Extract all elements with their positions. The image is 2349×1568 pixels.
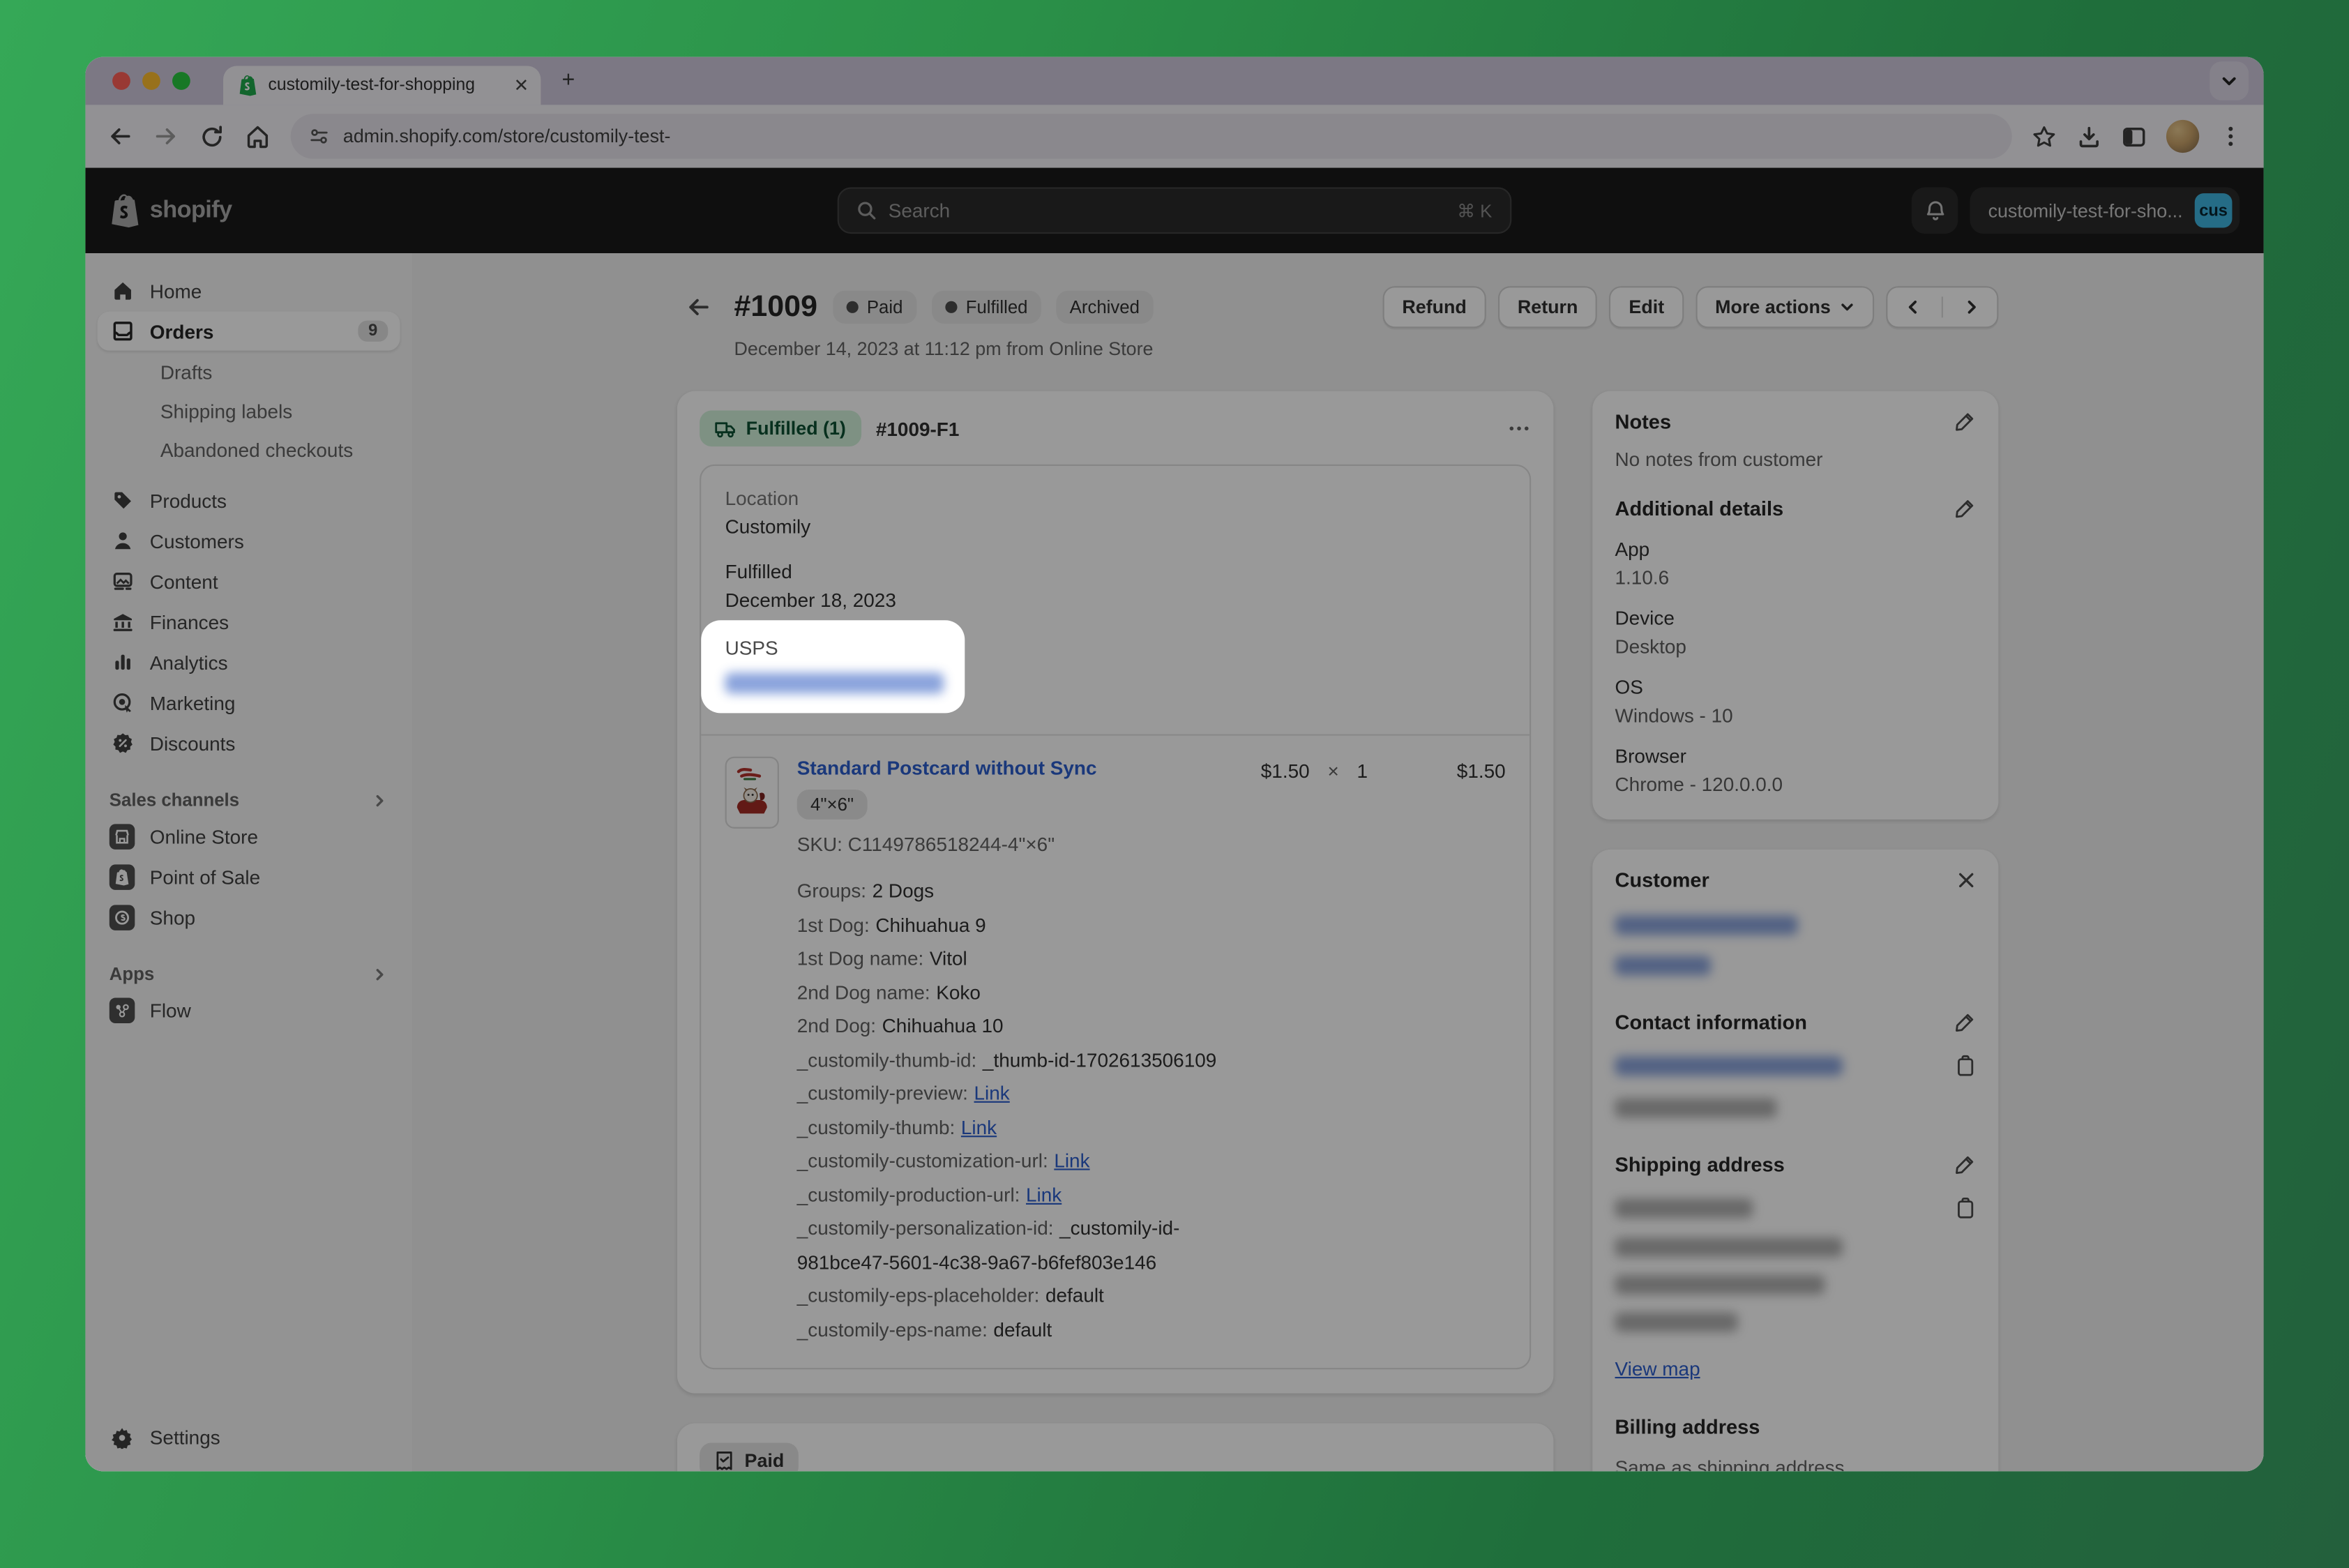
redacted-tracking-number-link[interactable] bbox=[725, 672, 944, 693]
screen: customily-test-for-shopping ✕ + admin.sh… bbox=[0, 0, 2349, 1568]
dim-overlay bbox=[85, 57, 2263, 1472]
carrier-name: USPS bbox=[725, 637, 941, 659]
tracking-spotlight: USPS bbox=[701, 620, 965, 713]
